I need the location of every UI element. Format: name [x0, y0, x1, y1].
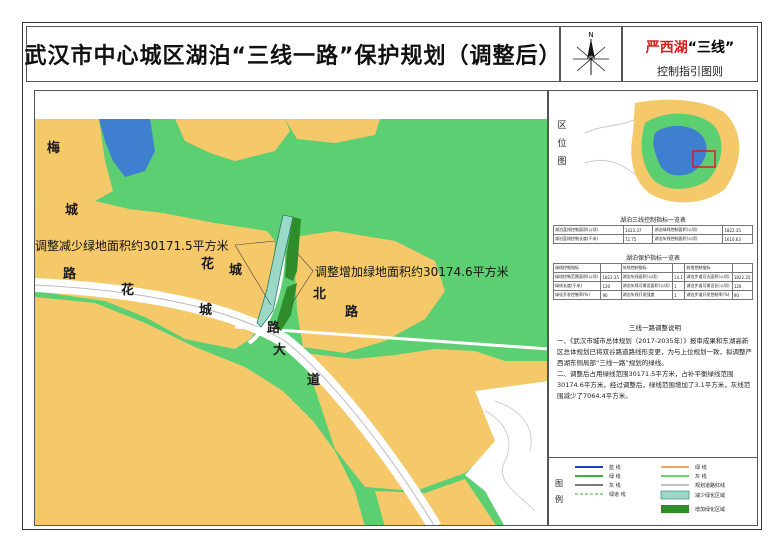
north-arrow-icon: N: [573, 31, 609, 75]
legend-item: 绿道 线: [609, 492, 626, 498]
legend-item: 绿 线: [695, 465, 707, 471]
table-row: 湖泊蓝线控制长度(千米) 72.75 湖泊灰线控制面积(公顷) 1610.63: [553, 234, 753, 244]
table-row: 绿线控制范围面积(公顷) 1822.35 湖泊灰线面积(公顷) 14.1 湖泊步道可达面…: [552, 272, 754, 282]
table2-title: 湖泊保护指标一览表: [625, 255, 680, 262]
road-label: 路: [267, 321, 281, 336]
road-label: 路: [345, 305, 359, 320]
lake-name: 严西湖: [645, 40, 688, 56]
road-label: 北: [313, 287, 327, 302]
table1: 湖泊蓝线控制面积(公顷) 1423.37 湖泊绿线控制面积(公顷) 1822.35 湖…: [553, 225, 753, 244]
table1-title: 湖泊三线控制指标一览表: [619, 217, 686, 224]
table-row: 绿线长度(千米) 120 湖泊灰线可建设面积(公顷) 1 湖泊步道可建设长(公顷) 120: [552, 281, 754, 291]
page-title: 武汉市中心城区湖泊“三线一路”保护规划（调整后）: [24, 44, 562, 69]
legend: 图例 蓝 线 绿 线 灰 线 绿道 线 绿 线 灰 线 规划道路红线 减少绿化区…: [549, 457, 757, 526]
table2: 绿线控制指标 灰线控制指标 其他控制指标 绿线控制范围面积(公顷) 1822.35 湖泊…: [552, 263, 754, 300]
road-label: 大: [273, 343, 287, 358]
road-label: 梅: [47, 141, 61, 156]
plan-subtitle: 控制指引图则: [657, 65, 723, 78]
side-panel: 区位图 湖泊三线控制指标一览表 湖泊蓝线控制面积(公顷) 1423.37 湖泊绿线控…: [548, 90, 758, 526]
legend-item: 灰 线: [609, 483, 621, 489]
title-panel: 武汉市中心城区湖泊“三线一路”保护规划（调整后）: [24, 26, 562, 82]
main-map[interactable]: 梅 城 路 花 城 花 城 北 路 路 大 道 调整减少绿地面积约30171.5…: [34, 90, 548, 526]
legend-item: 灰 线: [695, 474, 707, 480]
table-row: 绿化开发控制率(%) 90 湖泊灰线开发强度 1 湖泊步道开发控制率(%) 90: [552, 290, 754, 300]
legend-item: 增加绿化区域: [695, 507, 726, 513]
compass-letter: N: [588, 31, 593, 39]
road-label: 路: [63, 267, 77, 282]
annotation-increase: 调整增加绿地面积约30174.6平方米: [315, 265, 509, 279]
legend-item: 规划道路红线: [695, 483, 726, 489]
location-label: 区位图: [557, 121, 567, 167]
lake-suffix: “三线”: [687, 40, 735, 56]
compass-panel: N: [560, 26, 622, 82]
annotation-decrease: 调整减少绿地面积约30171.5平方米: [35, 239, 229, 253]
table-row: 湖泊蓝线控制面积(公顷) 1423.37 湖泊绿线控制面积(公顷) 1822.35: [553, 225, 753, 235]
road-label: 道: [307, 373, 321, 388]
adjustment-notes: 三线一路调整说明 一、《武汉市城市总体规划（2017-2035年）》报审成果和东…: [557, 323, 753, 402]
notes-title: 三线一路调整说明: [629, 324, 681, 332]
road-label: 花: [201, 257, 215, 272]
road-label: 城: [65, 203, 79, 218]
map-canvas: [35, 91, 547, 525]
legend-item: 绿 线: [609, 474, 621, 480]
location-map: [575, 93, 757, 211]
legend-item: 蓝 线: [609, 465, 621, 471]
legend-item: 减少绿化区域: [695, 493, 726, 499]
legend-swatches: [575, 466, 690, 513]
road-label: 城: [229, 263, 243, 278]
plan-type-panel: 严西湖“三线” 控制指引图则: [622, 26, 758, 82]
lake-heading: 严西湖“三线”: [623, 37, 757, 57]
note-item: 二、调整后占用绿线范围30171.5平方米，占补平衡绿线范围30174.6平方米…: [557, 370, 751, 400]
table-row: 绿线控制指标 灰线控制指标 其他控制指标: [552, 263, 754, 273]
note-item: 一、《武汉市城市总体规划（2017-2035年）》报审成果和东湖高新区总体规划已…: [557, 337, 752, 367]
road-label: 花: [121, 283, 135, 298]
road-label: 城: [199, 303, 213, 318]
